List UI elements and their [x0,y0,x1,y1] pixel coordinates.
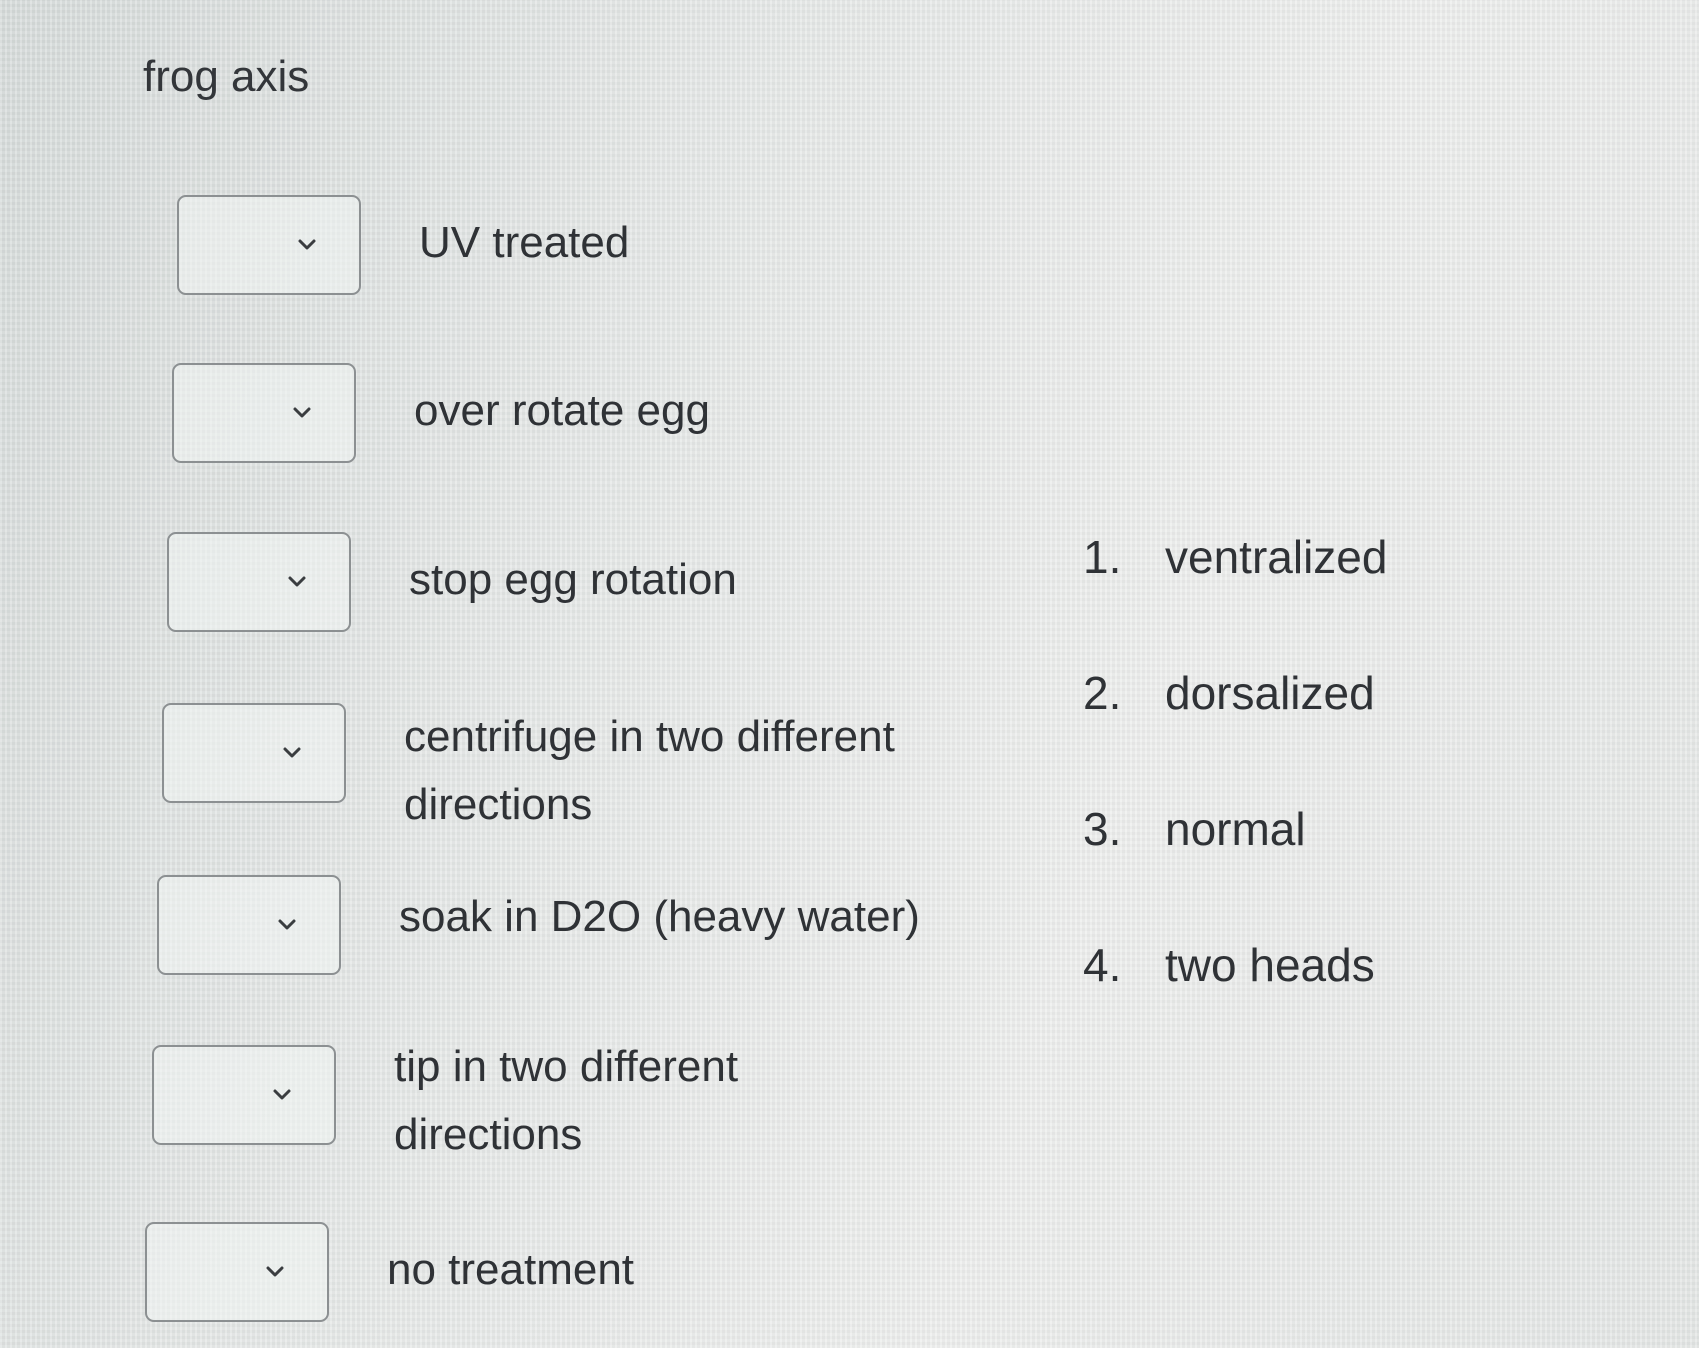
option-text: normal [1165,803,1306,855]
answer-dropdown-5[interactable] [157,875,341,975]
option-number: 1. [1083,531,1122,583]
answer-option: 2. dorsalized [1083,666,1387,802]
match-row-centrifuge: centrifuge in two different directions [162,703,964,839]
chevron-down-icon [288,576,306,587]
answer-dropdown-6[interactable] [152,1045,336,1145]
option-text: two heads [1165,939,1375,991]
chevron-down-icon [283,747,301,758]
match-row-soak-d2o: soak in D2O (heavy water) [157,875,959,975]
treatment-label: stop egg rotation [409,555,737,604]
answer-option: 1. ventralized [1083,530,1387,666]
treatment-label: UV treated [419,218,630,267]
answer-dropdown-4[interactable] [162,703,346,803]
answer-dropdown-7[interactable] [145,1222,329,1322]
match-row-tip: tip in two different directions [152,1042,824,1169]
option-number: 4. [1083,939,1122,991]
answer-dropdown-2[interactable] [172,363,356,463]
answer-option: 3. normal [1083,802,1387,938]
chevron-down-icon [273,1089,291,1100]
chevron-down-icon [266,1266,284,1277]
answer-options-list: 1. ventralized 2. dorsalized 3. normal 4… [1083,530,1387,1074]
answer-dropdown-1[interactable] [177,195,361,295]
match-row-no-treatment: no treatment [145,1222,947,1322]
option-number: 2. [1083,667,1122,719]
match-row-uv-treated: UV treated [177,195,979,295]
option-number: 3. [1083,803,1122,855]
treatment-label: over rotate egg [414,386,710,435]
option-text: dorsalized [1165,667,1375,719]
treatment-label: centrifuge in two different directions [404,712,895,829]
treatment-label: soak in D2O (heavy water) [399,892,920,941]
treatment-label: no treatment [387,1245,635,1294]
answer-dropdown-3[interactable] [167,532,351,632]
question-title: frog axis [143,52,310,101]
match-row-over-rotate-egg: over rotate egg [172,363,974,463]
option-text: ventralized [1165,531,1388,583]
answer-option: 4. two heads [1083,938,1387,1074]
treatment-label: tip in two different directions [394,1042,739,1159]
chevron-down-icon [293,407,311,418]
chevron-down-icon [298,239,316,250]
match-row-stop-egg-rotation: stop egg rotation [167,532,969,632]
chevron-down-icon [278,919,296,930]
